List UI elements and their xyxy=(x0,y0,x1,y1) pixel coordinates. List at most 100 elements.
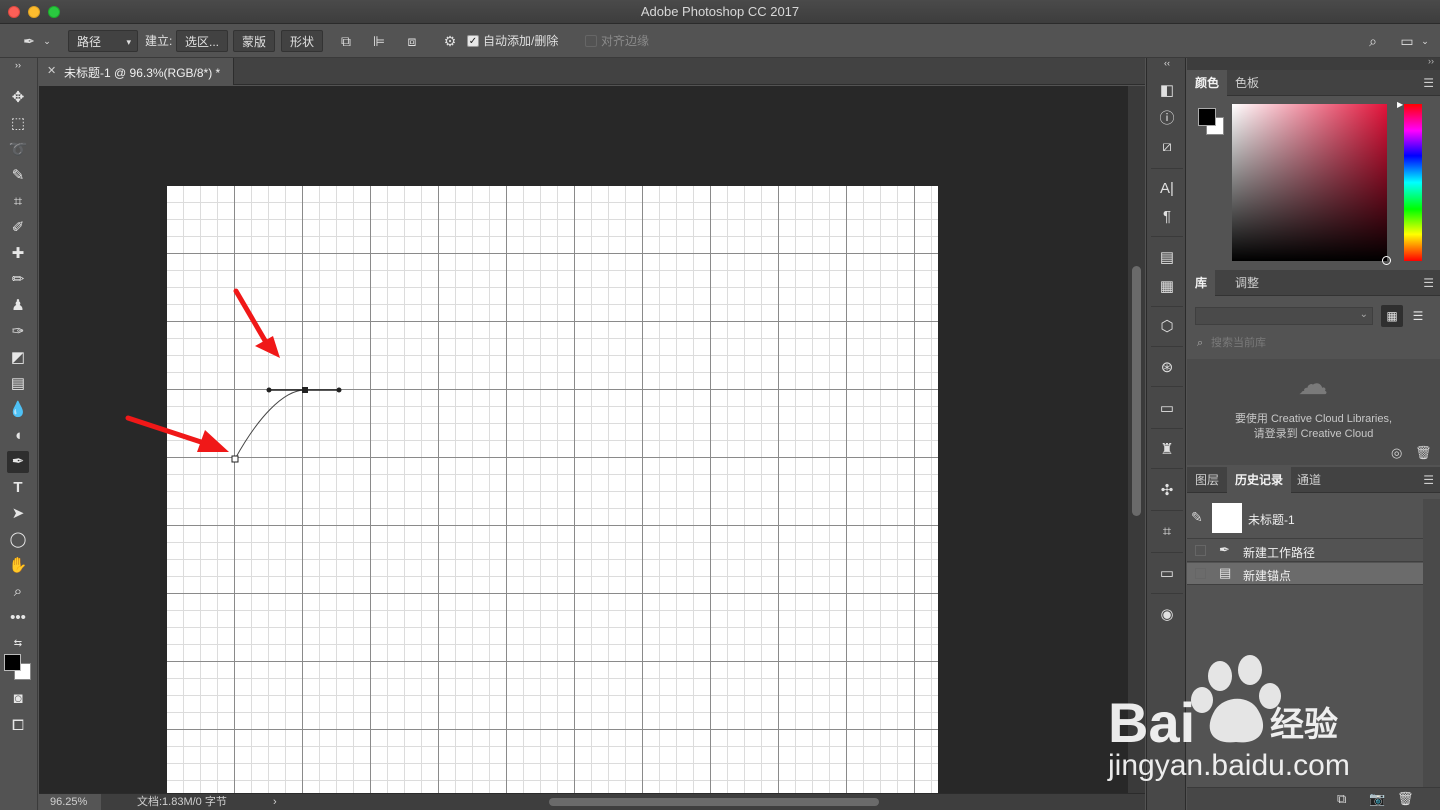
swap-colors-icon[interactable]: ⇆ xyxy=(7,633,29,655)
path-selection-tool-icon[interactable]: ➤ xyxy=(7,503,29,525)
menu-icon[interactable]: ☰ xyxy=(1423,276,1434,290)
canvas-area[interactable] xyxy=(39,86,1128,793)
tab-adjustments[interactable]: 调整 xyxy=(1227,270,1267,296)
clone-source-icon[interactable]: ♜ xyxy=(1156,439,1178,461)
puzzle-icon[interactable]: ✣ xyxy=(1156,480,1178,502)
character-icon[interactable]: A| xyxy=(1156,178,1178,200)
collapse-icon[interactable]: ›› xyxy=(7,60,29,70)
tab-channels[interactable]: 通道 xyxy=(1289,467,1329,493)
tab-swatches[interactable]: 色板 xyxy=(1227,70,1267,96)
horizontal-scrollbar-thumb[interactable] xyxy=(549,798,879,806)
hue-slider-handle[interactable]: ▶ xyxy=(1397,100,1403,109)
dodge-tool-icon[interactable]: ◖ xyxy=(7,425,29,447)
color-picker-cursor[interactable] xyxy=(1382,256,1391,265)
hue-slider[interactable] xyxy=(1404,104,1422,261)
direction-handle-point[interactable] xyxy=(336,387,342,393)
workspace-switcher-icon[interactable]: ▭ xyxy=(1398,32,1416,50)
layer-comps-icon[interactable]: ▭ xyxy=(1156,398,1178,420)
new-document-from-state-icon[interactable]: ⧉ xyxy=(1337,791,1346,807)
crop-tool-icon[interactable]: ⌗ xyxy=(7,191,29,213)
quick-mask-icon[interactable]: ◙ xyxy=(7,688,29,710)
menu-icon[interactable]: ☰ xyxy=(1423,76,1434,90)
lasso-tool-icon[interactable]: ➰ xyxy=(7,139,29,161)
list-view-icon[interactable]: ☰ xyxy=(1407,305,1429,327)
auto-add-delete-checkbox[interactable]: ✓ 自动添加/删除 xyxy=(467,30,558,52)
history-state-selected[interactable]: ▤ 新建锚点 xyxy=(1187,563,1423,585)
history-brush-source-icon[interactable]: ✎ xyxy=(1191,509,1203,526)
scrollbar-thumb[interactable] xyxy=(1132,266,1141,516)
anchor-point-selected[interactable] xyxy=(302,387,308,393)
pen-tool-icon[interactable]: ✒ xyxy=(7,451,29,473)
notes-icon[interactable]: ▦ xyxy=(1156,276,1178,298)
anchor-point[interactable] xyxy=(231,455,239,463)
blur-tool-icon[interactable]: 💧 xyxy=(7,399,29,421)
tab-history[interactable]: 历史记录 xyxy=(1227,467,1292,493)
history-brush-tool-icon[interactable]: ✑ xyxy=(7,321,29,343)
pen-tool-preset-icon[interactable]: ✒ xyxy=(20,32,38,50)
zoom-level[interactable]: 96.25% xyxy=(39,794,101,810)
hand-tool-icon[interactable]: ✋ xyxy=(7,555,29,577)
cc-sync-icon[interactable]: ◎ xyxy=(1391,445,1402,461)
direction-handle-point[interactable] xyxy=(266,387,272,393)
3d-icon[interactable]: ⬡ xyxy=(1156,316,1178,338)
clone-stamp-tool-icon[interactable]: ♟ xyxy=(7,295,29,317)
quick-selection-tool-icon[interactable]: ✎ xyxy=(7,165,29,187)
paragraph-icon[interactable]: ¶ xyxy=(1156,206,1178,228)
menu-icon[interactable]: ☰ xyxy=(1423,473,1434,487)
more-tools-icon[interactable]: ••• xyxy=(7,607,29,629)
gradient-tool-icon[interactable]: ▤ xyxy=(7,373,29,395)
grid-view-icon[interactable]: ▦ xyxy=(1381,305,1403,327)
path-operations-icon[interactable]: ⧉ xyxy=(337,32,355,50)
history-brush-source-box[interactable] xyxy=(1195,545,1206,556)
user-icon[interactable]: ◉ xyxy=(1156,604,1178,626)
channels-icon[interactable]: ⊛ xyxy=(1156,357,1178,379)
tab-layers[interactable]: 图层 xyxy=(1187,467,1227,493)
chevron-down-icon[interactable]: ⌄ xyxy=(1416,32,1434,50)
close-icon[interactable]: ✕ xyxy=(47,64,56,77)
make-selection-button[interactable]: 选区... xyxy=(176,30,229,52)
foreground-color-swatch[interactable] xyxy=(1198,108,1216,126)
healing-brush-tool-icon[interactable]: ✚ xyxy=(7,243,29,265)
navigator-icon[interactable]: ⧄ xyxy=(1156,136,1178,158)
history-state[interactable]: ✒ 新建工作路径 xyxy=(1187,540,1423,562)
work-path-curve[interactable] xyxy=(234,389,306,460)
eyedropper-tool-icon[interactable]: ✐ xyxy=(7,217,29,239)
trash-icon[interactable]: 🗑 xyxy=(1415,445,1432,461)
chevron-down-icon[interactable]: ⌄ xyxy=(38,32,56,50)
tab-color[interactable]: 颜色 xyxy=(1187,70,1228,96)
collapse-icon[interactable]: ›› xyxy=(1428,56,1434,66)
marquee-tool-icon[interactable]: ⬚ xyxy=(7,113,29,135)
document-info[interactable]: 文档:1.83M/0 字节 xyxy=(137,794,227,810)
path-arrangement-icon[interactable]: ⧈ xyxy=(403,32,421,50)
brush-tool-icon[interactable]: ✏ xyxy=(7,269,29,291)
crop-icon[interactable]: ⌗ xyxy=(1156,521,1178,543)
timeline-icon[interactable]: ▭ xyxy=(1156,563,1178,585)
properties-icon[interactable]: ◧ xyxy=(1156,80,1178,102)
zoom-tool-icon[interactable]: ⌕ xyxy=(7,581,29,603)
checkbox-unchecked-icon[interactable] xyxy=(585,34,597,47)
ellipse-tool-icon[interactable]: ◯ xyxy=(7,529,29,551)
library-select[interactable]: ⌄ xyxy=(1195,307,1373,325)
trash-icon[interactable]: 🗑 xyxy=(1397,791,1414,807)
screen-mode-icon[interactable]: ⧠ xyxy=(7,715,29,737)
document-tab[interactable]: ✕ 未标题-1 @ 96.3%(RGB/8*) * xyxy=(39,58,234,85)
eraser-tool-icon[interactable]: ◩ xyxy=(7,347,29,369)
make-mask-button[interactable]: 蒙版 xyxy=(233,30,276,52)
path-alignment-icon[interactable]: ⊫ xyxy=(370,32,388,50)
info-icon[interactable]: ⓘ xyxy=(1156,108,1178,130)
brush-presets-icon[interactable]: ▤ xyxy=(1156,247,1178,269)
gear-icon[interactable]: ⚙ xyxy=(441,32,459,50)
move-tool-icon[interactable]: ✥ xyxy=(7,87,29,109)
make-shape-button[interactable]: 形状 xyxy=(281,30,324,52)
collapse-icon[interactable]: ‹‹ xyxy=(1156,58,1178,68)
color-picker-field[interactable] xyxy=(1232,104,1391,265)
type-tool-icon[interactable]: T xyxy=(7,477,29,499)
chevron-right-icon[interactable]: › xyxy=(273,794,277,810)
checkbox-checked-icon[interactable]: ✓ xyxy=(467,34,479,47)
tab-libraries[interactable]: 库 xyxy=(1187,270,1216,296)
camera-icon[interactable]: 📷 xyxy=(1369,791,1385,807)
align-edges-checkbox[interactable]: 对齐边缘 xyxy=(585,30,649,52)
path-mode-select[interactable]: 路径 ▾ xyxy=(68,30,138,52)
foreground-color-swatch[interactable] xyxy=(4,654,21,671)
library-search-input[interactable]: ⌕ 搜索当前库 xyxy=(1195,334,1433,352)
